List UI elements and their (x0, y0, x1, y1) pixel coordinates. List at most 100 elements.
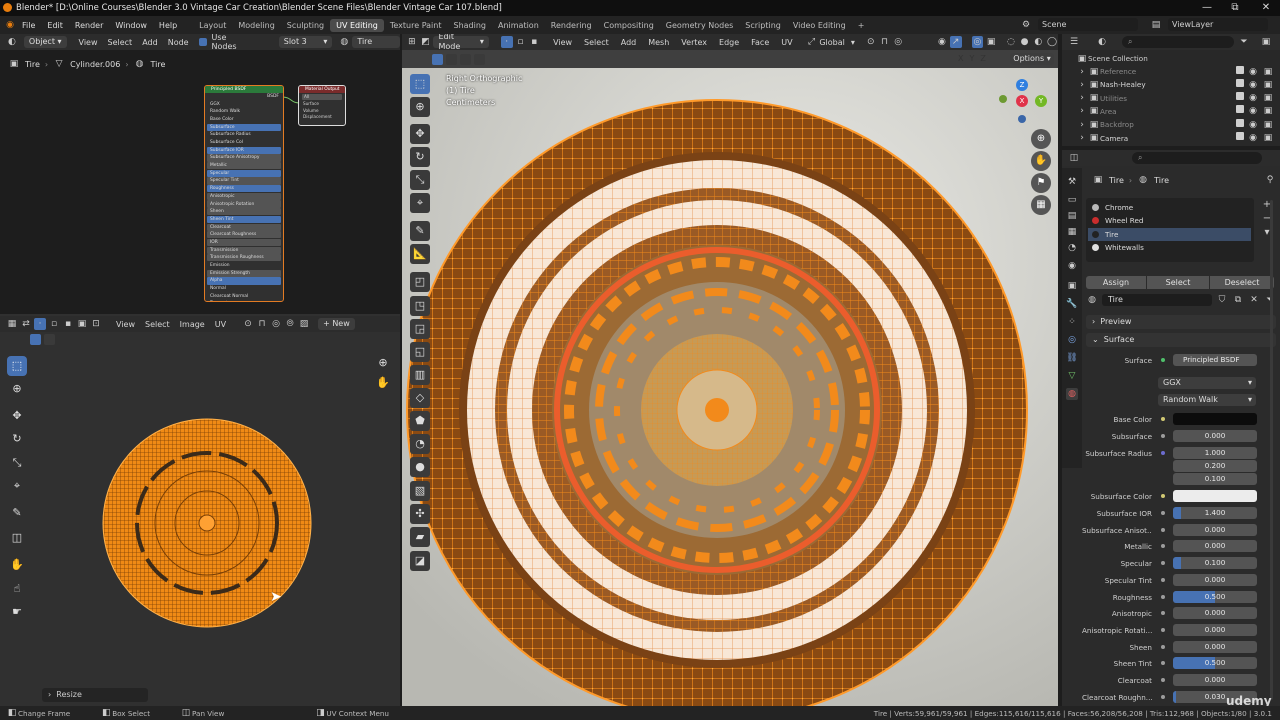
tab-sculpting[interactable]: Sculpting (281, 19, 330, 32)
gizmo-neg-z-icon[interactable] (1018, 115, 1026, 123)
node-target-dropdown[interactable]: All (302, 94, 342, 100)
scene-tab-icon[interactable]: ◔ (1066, 242, 1078, 254)
move-tool-icon[interactable]: ✥ (410, 124, 430, 144)
param-value-field[interactable]: 0.100 (1173, 557, 1257, 569)
object-mode-dropdown[interactable]: Object ▾ (23, 36, 67, 48)
view-layer-selector[interactable]: ViewLayer (1168, 18, 1268, 31)
shading-wireframe-icon[interactable]: ◌ (1005, 36, 1017, 48)
shrink-fatten-tool-icon[interactable]: ✣ (410, 504, 430, 524)
annotate-tool-icon[interactable]: ✎ (410, 221, 430, 241)
display-mode-icon[interactable]: ◐ (1096, 36, 1108, 48)
material-slot-item[interactable]: Wheel Red (1088, 214, 1251, 227)
surface-shader-field[interactable]: Principled BSDF (1173, 354, 1257, 366)
socket-dot-icon[interactable] (1158, 693, 1167, 702)
select-button[interactable]: Select (1147, 276, 1209, 289)
editor-type-icon[interactable]: ◐ (6, 36, 18, 48)
cursor-tool-icon[interactable]: ⊕ (7, 379, 27, 399)
select-tool-icon[interactable]: ⬚ (7, 356, 27, 376)
socket-dot-icon[interactable] (1158, 492, 1167, 501)
material-slot-item[interactable]: Chrome (1088, 201, 1251, 214)
uv-editor[interactable]: ▦ ⇄ · ▫ ▪ ▣ ⊡ View Select Image UV ⊙ ⊓ ◎… (0, 314, 400, 706)
deselect-button[interactable]: Deselect (1210, 276, 1274, 289)
socket-dot-icon[interactable] (1158, 676, 1167, 685)
visibility-eye-icon[interactable]: ◉ (1247, 105, 1259, 117)
outliner-row[interactable]: › ▣ Reference ◉ ▣ (1076, 65, 1280, 78)
param-value-field[interactable]: 1.000 (1173, 447, 1257, 459)
transform-tool-icon[interactable]: ⌖ (410, 193, 430, 213)
tab-rendering[interactable]: Rendering (545, 19, 598, 32)
navigation-gizmo[interactable]: Z X Y (999, 79, 1049, 129)
extrude-tool-icon[interactable]: ◳ (410, 296, 430, 316)
face-select-icon[interactable]: ▪ (62, 318, 74, 330)
modifier-tab-icon[interactable]: 🔧 (1066, 298, 1078, 310)
render-camera-icon[interactable]: ▣ (1262, 79, 1274, 91)
node-input-row[interactable]: Anisotropic (207, 192, 281, 200)
menu-face[interactable]: Face (746, 38, 774, 47)
orientation-dropdown[interactable]: Global (819, 38, 845, 47)
node-input-row[interactable]: Metallic (207, 162, 281, 170)
maximize-button[interactable]: ⧉ (1221, 0, 1249, 16)
outliner-row[interactable]: › ▣ Utilities ◉ ▣ (1076, 92, 1280, 105)
tab-modeling[interactable]: Modeling (232, 19, 280, 32)
render-camera-icon[interactable]: ▣ (1262, 66, 1274, 78)
scene-collection-row[interactable]: ▣ Scene Collection (1076, 52, 1280, 65)
menu-render[interactable]: Render (69, 21, 109, 30)
menu-add[interactable]: Add (138, 38, 162, 47)
material-slot-item[interactable]: Tire (1088, 227, 1251, 241)
select-extend-icon[interactable] (446, 54, 457, 65)
outliner-row[interactable]: › ▣ Backdrop ◉ ▣ (1076, 118, 1280, 131)
shader-editor[interactable]: ◐ Object ▾ View Select Add Node Use Node… (0, 33, 401, 312)
gizmo-toggle-icon[interactable]: ↗ (949, 36, 962, 48)
surface-panel-header[interactable]: ⌄ Surface (1086, 333, 1276, 347)
sticky-select-icon[interactable]: ⊡ (90, 318, 102, 330)
proportional-edit-icon[interactable]: ◎ (270, 318, 282, 330)
material-browse-icon[interactable]: ◍ (1086, 294, 1098, 306)
gizmo-neg-y-icon[interactable] (999, 95, 1007, 103)
node-input-row[interactable]: Subsurface Anisotropy (207, 154, 281, 162)
param-value-field[interactable]: 0.000 (1173, 430, 1257, 442)
axis-z-toggle[interactable]: Z (980, 54, 985, 63)
uv-island-mode-icon[interactable] (44, 334, 55, 345)
node-input-row[interactable]: Clearcoat Normal (207, 293, 281, 300)
menu-uv[interactable]: UV (776, 38, 797, 47)
socket-dot-icon[interactable] (1158, 415, 1167, 424)
inset-tool-icon[interactable]: ◲ (410, 319, 430, 339)
constraints-tab-icon[interactable]: ⛓ (1066, 352, 1078, 364)
add-cube-tool-icon[interactable]: ◰ (410, 272, 430, 292)
tool-tab-icon[interactable]: ⚒ (1066, 176, 1078, 188)
object-tab-icon[interactable]: ▣ (1066, 280, 1078, 292)
socket-dot-icon[interactable] (1158, 509, 1167, 518)
shading-rendered-icon[interactable]: ◯ (1046, 36, 1058, 48)
param-value-field[interactable]: 0.000 (1173, 641, 1257, 653)
node-input-row[interactable]: Clearcoat Roughness (207, 231, 281, 239)
tab-animation[interactable]: Animation (492, 19, 545, 32)
outliner-row[interactable]: › ▣ Area ◉ ▣ (1076, 105, 1280, 118)
visibility-eye-icon[interactable]: ◉ (1247, 92, 1259, 104)
menu-select[interactable]: Select (104, 38, 137, 47)
overlay-toggle-icon[interactable]: ◎ (971, 36, 984, 48)
exclude-checkbox-icon[interactable] (1236, 118, 1244, 127)
param-value-field[interactable]: 0.100 (1173, 473, 1257, 485)
render-camera-icon[interactable]: ▣ (1262, 132, 1274, 144)
pivot-icon[interactable]: ⊙ (865, 36, 877, 48)
select-subtract-icon[interactable] (460, 54, 471, 65)
exclude-checkbox-icon[interactable] (1236, 65, 1244, 74)
particles-tab-icon[interactable]: ⁘ (1066, 316, 1078, 328)
tab-layout[interactable]: Layout (193, 19, 232, 32)
minimize-button[interactable]: — (1193, 0, 1221, 16)
fake-user-icon[interactable]: ⛉ (1216, 294, 1228, 306)
menu-help[interactable]: Help (153, 21, 183, 30)
param-value-field[interactable]: 0.000 (1173, 540, 1257, 552)
node-input-row[interactable]: Emission (207, 262, 281, 269)
knife-tool-icon[interactable]: ◇ (410, 388, 430, 408)
close-button[interactable]: ✕ (1252, 0, 1280, 16)
material-name-field[interactable]: Tire (1102, 294, 1212, 306)
rip-tool-icon[interactable]: ◪ (410, 551, 430, 571)
socket-dot-icon[interactable] (1158, 593, 1167, 602)
vertex-select-icon[interactable]: · (500, 36, 513, 48)
socket-dot-icon[interactable] (1158, 576, 1167, 585)
data-tab-icon[interactable]: ▽ (1066, 370, 1078, 382)
node-input-row[interactable]: Subsurface Col (207, 139, 281, 146)
node-input-row[interactable]: Anisotropic Rotation (207, 200, 281, 208)
gizmo-y-icon[interactable]: Y (1035, 95, 1047, 107)
